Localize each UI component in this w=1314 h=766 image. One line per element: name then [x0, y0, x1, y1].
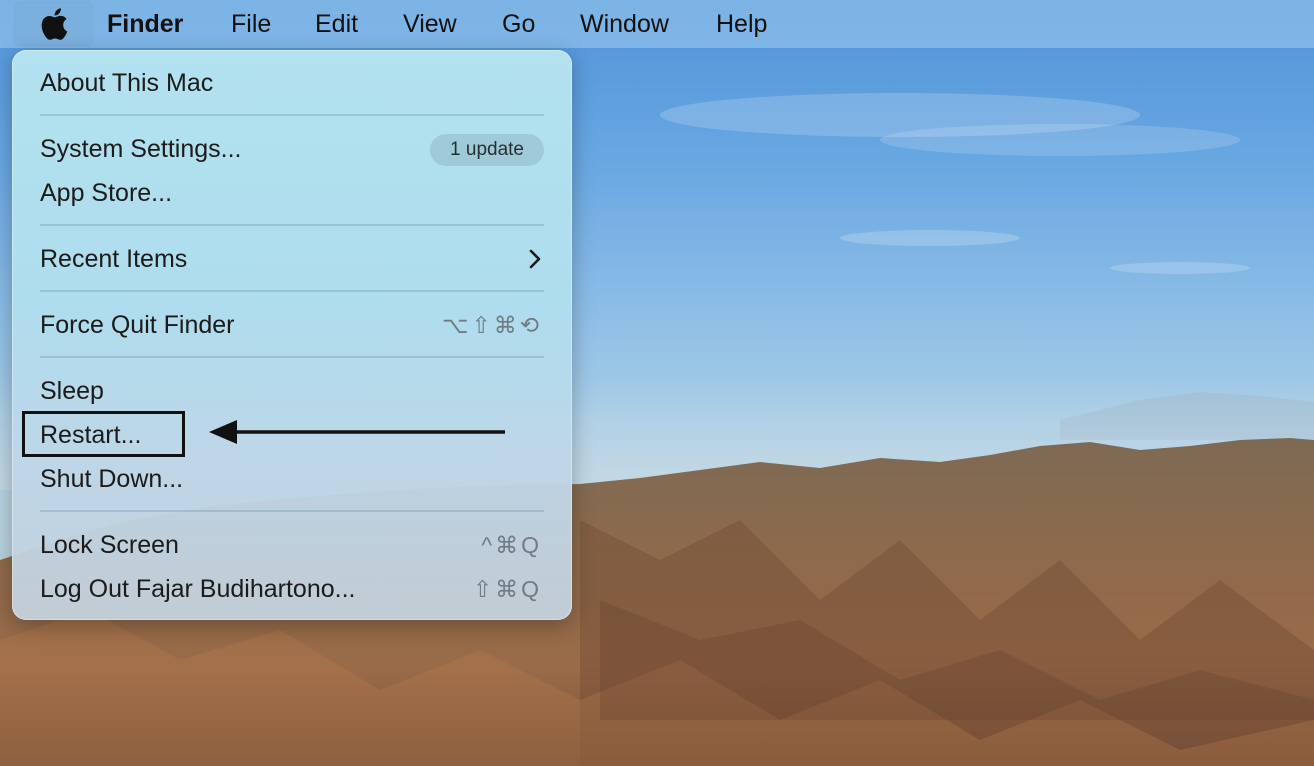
menu-item-label: Recent Items — [40, 245, 188, 273]
apple-menu-dropdown: About This Mac System Settings... 1 upda… — [12, 50, 572, 620]
menu-item-shut-down[interactable]: Shut Down... — [12, 457, 572, 501]
menu-item-force-quit-finder[interactable]: Force Quit Finder ⌥⇧⌘⟲ — [12, 303, 572, 347]
menu-item-log-out[interactable]: Log Out Fajar Budihartono... ⇧⌘Q — [12, 567, 572, 611]
menu-separator — [40, 510, 544, 512]
apple-logo-icon — [41, 8, 67, 40]
menu-finder[interactable]: Finder — [107, 0, 183, 48]
menu-item-label: Shut Down... — [40, 465, 184, 493]
menu-file[interactable]: File — [231, 0, 271, 48]
chevron-right-icon — [529, 249, 541, 269]
menu-item-label: About This Mac — [40, 69, 214, 97]
menu-item-app-store[interactable]: App Store... — [12, 171, 572, 215]
menu-item-lock-screen[interactable]: Lock Screen ^⌘Q — [12, 523, 572, 567]
menu-separator — [40, 114, 544, 116]
menu-separator — [40, 290, 544, 292]
menu-go[interactable]: Go — [502, 0, 535, 48]
menu-view[interactable]: View — [403, 0, 457, 48]
menu-item-about-this-mac[interactable]: About This Mac — [12, 61, 572, 105]
menu-item-system-settings[interactable]: System Settings... 1 update — [12, 127, 572, 171]
menu-item-label: Force Quit Finder — [40, 311, 235, 339]
menu-item-label: Lock Screen — [40, 531, 179, 559]
menu-window[interactable]: Window — [580, 0, 669, 48]
menu-item-label: Sleep — [40, 377, 104, 405]
log-out-shortcut: ⇧⌘Q — [472, 576, 542, 602]
menu-edit[interactable]: Edit — [315, 0, 358, 48]
menu-item-label: Log Out Fajar Budihartono... — [40, 575, 356, 603]
menu-item-recent-items[interactable]: Recent Items — [12, 237, 572, 281]
arrow-left-icon — [209, 420, 505, 444]
menu-separator — [40, 356, 544, 358]
force-quit-shortcut: ⌥⇧⌘⟲ — [441, 312, 542, 338]
menu-help[interactable]: Help — [716, 0, 767, 48]
menu-item-label: System Settings... — [40, 135, 242, 163]
menu-bar: Finder File Edit View Go Window Help — [0, 0, 1314, 48]
lock-screen-shortcut: ^⌘Q — [481, 532, 542, 558]
annotation-highlight-box — [22, 411, 185, 457]
menu-item-sleep[interactable]: Sleep — [12, 369, 572, 413]
menu-item-label: App Store... — [40, 179, 173, 207]
update-badge: 1 update — [430, 134, 544, 166]
menu-separator — [40, 224, 544, 226]
apple-menu-button[interactable] — [13, 1, 94, 47]
